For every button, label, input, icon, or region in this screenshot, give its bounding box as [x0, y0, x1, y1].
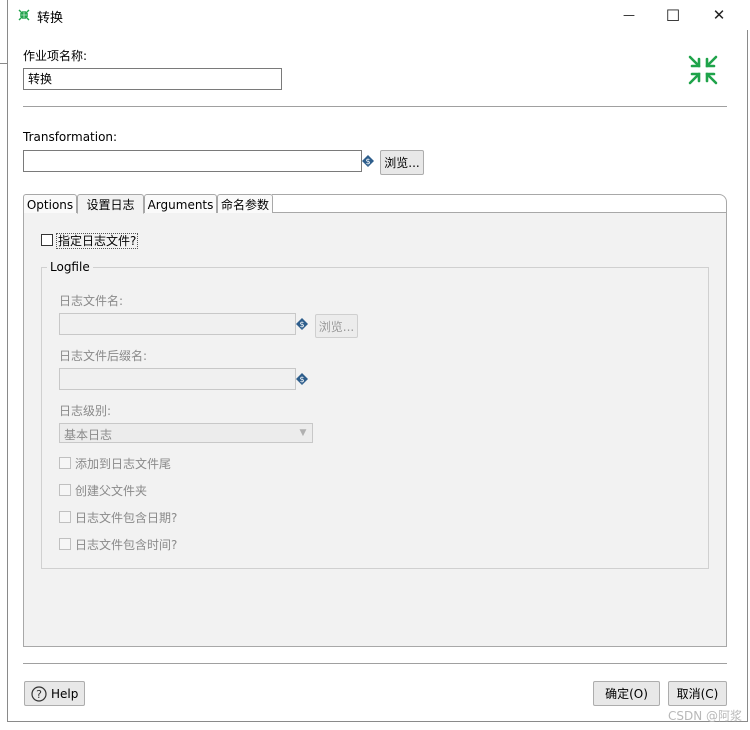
variable-dollar-icon[interactable]: $ [296, 373, 308, 385]
variable-dollar-icon[interactable]: $ [296, 318, 308, 330]
tab-label: 设置日志 [86, 197, 135, 212]
maximize-icon: ☐ [665, 5, 681, 25]
create-parent-folder-checkbox[interactable] [59, 484, 71, 496]
specify-logfile-checkbox[interactable] [41, 234, 53, 246]
logfile-ext-label: 日志文件后缀名: [59, 349, 148, 363]
question-circle-icon: ? [31, 685, 47, 702]
tab-named-parameters[interactable]: 命名参数 [217, 194, 273, 214]
svg-text:$: $ [365, 157, 370, 166]
svg-text:$: $ [299, 375, 304, 384]
chevron-down-icon[interactable]: ▼ [295, 424, 311, 442]
transformation-input[interactable] [23, 150, 362, 172]
transformation-label: Transformation: [23, 130, 118, 144]
include-date-label: 日志文件包含日期? [75, 511, 178, 525]
logfile-name-label: 日志文件名: [59, 294, 124, 308]
logfile-browse-button[interactable]: 浏览... [315, 314, 358, 338]
logfile-ext-input[interactable] [59, 368, 296, 390]
transform-arrows-icon [688, 55, 718, 85]
tab-logging[interactable]: 设置日志 [77, 194, 144, 214]
transform-arrows-icon [18, 9, 30, 21]
log-level-label: 日志级别: [59, 404, 112, 418]
logfile-group-title: Logfile [47, 260, 93, 274]
window-title: 转换 [37, 11, 64, 26]
variable-dollar-icon[interactable]: $ [362, 155, 374, 167]
log-level-value: 基本日志 [64, 428, 113, 442]
include-time-label: 日志文件包含时间? [75, 538, 178, 552]
append-checkbox[interactable] [59, 457, 71, 469]
append-label: 添加到日志文件尾 [75, 457, 172, 471]
svg-text:$: $ [299, 320, 304, 329]
create-parent-folder-label: 创建父文件夹 [75, 484, 148, 498]
cancel-button[interactable]: 取消(C) [668, 681, 727, 706]
tab-label: 命名参数 [220, 198, 269, 212]
cancel-label: 取消(C) [676, 687, 719, 701]
help-button[interactable]: ? Help [24, 681, 85, 706]
browse-label: 浏览... [384, 156, 420, 170]
minimize-button[interactable]: — [606, 0, 652, 30]
browse-label: 浏览... [318, 319, 355, 334]
maximize-button[interactable]: ☐ [650, 0, 696, 30]
watermark: CSDN @阿浆 [667, 709, 742, 723]
transformation-browse-button[interactable]: 浏览... [380, 150, 424, 175]
logfile-name-input[interactable] [59, 313, 296, 335]
svg-text:?: ? [36, 688, 42, 701]
footer-separator [23, 663, 727, 664]
minimize-icon: — [623, 8, 635, 22]
separator [23, 106, 727, 107]
close-icon: ✕ [712, 6, 726, 24]
tab-options[interactable]: Options [23, 194, 77, 214]
tab-strip-edge [272, 194, 727, 213]
background-window-edge [0, 63, 8, 64]
close-button[interactable]: ✕ [696, 0, 742, 30]
tab-label: Arguments [147, 197, 214, 212]
include-time-checkbox[interactable] [59, 538, 71, 550]
tab-arguments[interactable]: Arguments [144, 194, 217, 214]
specify-logfile-label[interactable]: 指定日志文件? [56, 233, 139, 249]
job-entry-name-input[interactable]: 转换 [23, 68, 282, 90]
tab-label: Options [26, 197, 74, 212]
ok-label: 确定(O) [605, 687, 648, 701]
log-level-select[interactable]: 基本日志 [59, 423, 313, 443]
job-entry-name-label: 作业项名称: [23, 49, 88, 63]
include-date-checkbox[interactable] [59, 511, 71, 523]
help-label: Help [51, 686, 79, 701]
ok-button[interactable]: 确定(O) [593, 681, 660, 706]
